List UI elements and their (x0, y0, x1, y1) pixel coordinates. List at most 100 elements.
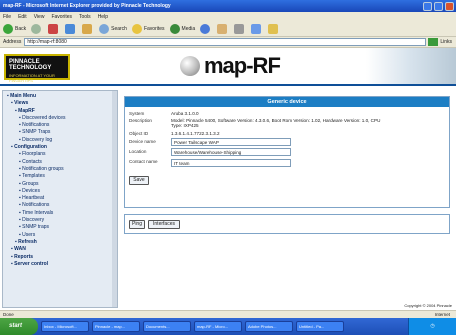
panel-title: Generic device (125, 97, 449, 107)
stop-icon (48, 23, 59, 34)
sidebar-item-users[interactable]: ▪ Users (3, 232, 113, 239)
star-icon (131, 23, 142, 34)
sidebar-item-configuration[interactable]: ▪ Configuration (3, 144, 113, 151)
taskbar-item[interactable]: Inbox - Microsoft... (41, 321, 89, 332)
discuss-button[interactable] (268, 23, 280, 34)
media-button[interactable]: Media (169, 23, 195, 34)
sidebar-item-time-intervals[interactable]: ▪ Time Intervals (3, 210, 113, 217)
address-input[interactable]: http://map-rf:8080 (24, 38, 427, 46)
menu-edit[interactable]: Edit (18, 14, 27, 20)
sidebar-item-views[interactable]: ▪ Views (3, 100, 113, 107)
contact-input[interactable]: IT team (171, 159, 291, 167)
mail-button[interactable] (217, 23, 229, 34)
edit-button[interactable] (251, 23, 263, 34)
object-id-value: 1.3.6.1.4.1.7722.3.1.3.2 (171, 131, 220, 136)
sidebar-item-snmp-traps[interactable]: ▪ SNMP traps (3, 224, 113, 231)
clock-icon: ◷ (430, 323, 435, 329)
sidebar-item-discovery-log[interactable]: ▪ Discovery log (3, 137, 113, 144)
sidebar-item-refresh[interactable]: ▪ Refresh (3, 239, 113, 246)
refresh-icon (65, 23, 76, 34)
back-button[interactable]: Back (3, 23, 26, 34)
taskbar-item[interactable]: map-RF - Micro... (194, 321, 242, 332)
forward-arrow-icon (31, 23, 42, 34)
address-label: Address (3, 39, 22, 45)
folder-icon (268, 23, 279, 34)
sidebar-item-groups[interactable]: ▪ Groups (3, 181, 113, 188)
company-logo: PINNACLE TECHNOLOGY INFORMATION AT YOUR … (4, 54, 70, 83)
save-button[interactable]: Save (129, 176, 149, 185)
sidebar-item-wan[interactable]: ▪ WAN (3, 246, 113, 253)
links-label[interactable]: Links (440, 39, 452, 45)
sidebar-item-contacts[interactable]: ▪ Contacts (3, 159, 113, 166)
stop-button[interactable] (48, 23, 60, 34)
sidebar-item-notification-groups[interactable]: ▪ Notification groups (3, 166, 113, 173)
copyright-text: Copyright © 2004 Pinnacle (404, 303, 452, 308)
sidebar-item-floorplans[interactable]: ▪ Floorplans (3, 151, 113, 158)
close-button[interactable] (445, 1, 454, 11)
sidebar-item-notifications[interactable]: ▪ Notifications (3, 202, 113, 209)
sidebar-item-server-control[interactable]: ▪ Server control (3, 261, 113, 268)
forward-button[interactable] (31, 23, 43, 34)
banner-graphic (366, 48, 456, 84)
product-name: map-RF (204, 53, 281, 78)
search-icon (99, 23, 110, 34)
favorites-button[interactable]: Favorites (131, 23, 165, 34)
sidebar-item-reports[interactable]: ▪ Reports (3, 254, 113, 261)
mail-icon (217, 23, 228, 34)
nav-tree: ▪ Main Menu ▪ Views ▪ MapRF ▪ Discovered de… (3, 93, 113, 268)
sidebar-item-snmp-traps[interactable]: ▪ SNMP Traps (3, 129, 113, 136)
sidebar-item-templates[interactable]: ▪ Templates (3, 173, 113, 180)
object-id-row: Object ID 1.3.6.1.4.1.7722.3.1.3.2 (129, 131, 381, 136)
taskbar-item[interactable]: Untitled - Pa... (296, 321, 344, 332)
sidebar-item-notifications[interactable]: ▪ Notifications (3, 122, 113, 129)
product-logo: map-RF (180, 53, 281, 79)
sidebar-scrollbar[interactable] (112, 91, 117, 307)
go-button[interactable] (428, 38, 439, 46)
sidebar-item-discovered-devices[interactable]: ▪ Discovered devices (3, 115, 113, 122)
description-value: Model: Pinnacle 5400, Software Version: … (171, 118, 381, 129)
menu-favorites[interactable]: Favorites (51, 14, 72, 20)
history-button[interactable] (200, 23, 212, 34)
sidebar: ▪ Main Menu ▪ Views ▪ MapRF ▪ Discovered de… (2, 90, 118, 308)
sidebar-item-discovery[interactable]: ▪ Discovery (3, 217, 113, 224)
print-icon (234, 23, 245, 34)
taskbar-item[interactable]: Pinnacle - map... (92, 321, 140, 332)
menubar: File Edit View Favorites Tools Help (0, 12, 456, 21)
minimize-button[interactable] (423, 1, 432, 11)
interfaces-button[interactable]: Interfaces (148, 220, 180, 229)
status-text: Done (3, 312, 14, 317)
browser-toolbar: Back Search Favorites Media (0, 21, 456, 37)
sidebar-item-main-menu[interactable]: ▪ Main Menu (3, 93, 113, 100)
sphere-icon (180, 56, 200, 76)
ping-button[interactable]: Ping (129, 220, 145, 229)
location-row: Location (129, 149, 147, 154)
main-content: Generic device System Aruba 3.1.0.0 Desc… (124, 96, 450, 296)
web-page: PINNACLE TECHNOLOGY INFORMATION AT YOUR … (0, 48, 456, 310)
sidebar-item-devices[interactable]: ▪ Devices (3, 188, 113, 195)
location-input[interactable]: Warehouse/Warehouse-Shipping (171, 148, 291, 156)
system-tray: ◷ (408, 318, 456, 335)
print-button[interactable] (234, 23, 246, 34)
refresh-button[interactable] (65, 23, 77, 34)
menu-tools[interactable]: Tools (79, 14, 91, 20)
menu-view[interactable]: View (34, 14, 45, 20)
menu-help[interactable]: Help (98, 14, 108, 20)
maximize-button[interactable] (434, 1, 443, 11)
search-button[interactable]: Search (99, 23, 127, 34)
sidebar-item-heartbeat[interactable]: ▪ Heartbeat (3, 195, 113, 202)
taskbar-item[interactable]: Adobe Photos... (245, 321, 293, 332)
menu-file[interactable]: File (3, 14, 11, 20)
taskbar: start Inbox - Microsoft... Pinnacle - ma… (0, 318, 456, 335)
start-button[interactable]: start (0, 318, 38, 335)
sidebar-item-maprf[interactable]: ▪ MapRF (3, 108, 113, 115)
window-titlebar: map-RF - Microsoft Internet Explorer pro… (0, 0, 456, 12)
device-name-row: Device name (129, 139, 156, 144)
taskbar-item[interactable]: Documents... (143, 321, 191, 332)
device-name-input[interactable]: Power Tailscape WAP (171, 138, 291, 146)
home-button[interactable] (82, 23, 94, 34)
device-panel: Generic device System Aruba 3.1.0.0 Desc… (124, 96, 450, 208)
window-title: map-RF - Microsoft Internet Explorer pro… (3, 3, 171, 9)
description-row: Description Model: Pinnacle 5400, Softwa… (129, 118, 381, 129)
home-icon (82, 23, 93, 34)
status-bar: Done Internet (0, 310, 456, 318)
